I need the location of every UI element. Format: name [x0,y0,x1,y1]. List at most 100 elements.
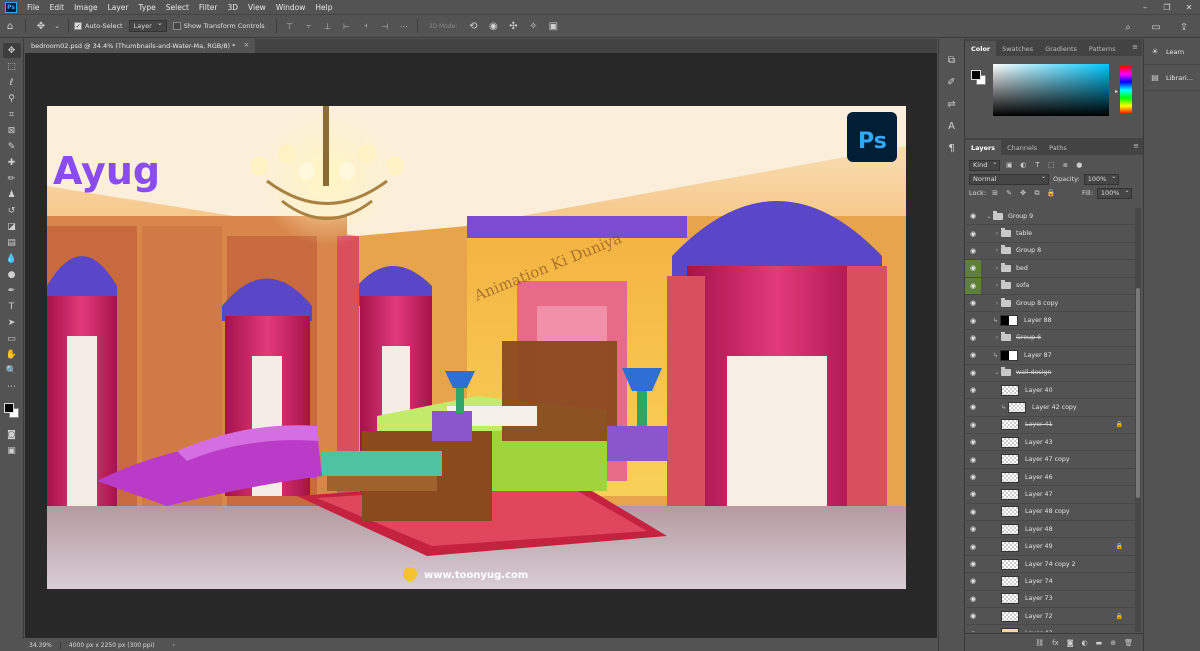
layer-name[interactable]: Layer 47 [1025,491,1053,498]
layer-name[interactable]: Layer 42 [1025,630,1053,632]
tab-gradients[interactable]: Gradients [1039,41,1083,56]
lock-all-icon[interactable]: 🔒 [1046,188,1056,198]
layer-name[interactable]: Layer 48 [1025,526,1053,533]
close-tab-icon[interactable]: × [244,41,250,49]
eraser-icon[interactable]: ◪ [3,219,21,234]
chevron-right-icon[interactable]: › [993,230,1001,237]
document-tab[interactable]: bedroom02.psd @ 34.4% (Thumbnails-and-Wa… [25,39,256,53]
menu-help[interactable]: Help [310,3,337,12]
layer-name[interactable]: wall design [1016,369,1051,376]
minimize-icon[interactable]: – [1134,0,1156,14]
3d-camera-icon[interactable]: ▣ [545,18,561,34]
delete-layer-icon[interactable]: 🗑 [1124,639,1133,647]
visibility-eye-icon[interactable]: ◉ [965,330,981,346]
zoom-level[interactable]: 34.39% [25,641,61,649]
status-menu-arrow[interactable]: › [173,642,175,649]
layer-name[interactable]: Layer 47 copy [1025,456,1070,463]
filter-shape-icon[interactable]: ⬚ [1046,160,1056,170]
workspace-icon[interactable]: ▭ [1148,19,1164,35]
chevron-right-icon[interactable]: › [993,300,1001,307]
blur-icon[interactable]: 💧 [3,251,21,266]
filter-toggle-icon[interactable]: ● [1074,160,1084,170]
visibility-eye-icon[interactable]: ◉ [965,625,981,632]
layer-name[interactable]: Group 9 [1008,213,1033,220]
layer-name[interactable]: table [1016,230,1032,237]
layer-name[interactable]: Layer 40 [1025,387,1053,394]
visibility-eye-icon[interactable]: ◉ [965,504,981,520]
screen-mode-icon[interactable]: ▣ [3,443,21,458]
layer-row[interactable]: ◉ › Group 8 [965,243,1135,261]
paragraph-icon[interactable]: ¶ [944,140,960,156]
visibility-eye-icon[interactable]: ◉ [965,469,981,485]
chevron-right-icon[interactable]: › [993,247,1001,254]
3d-pan-icon[interactable]: ✣ [505,18,521,34]
layer-name[interactable]: bed [1016,265,1028,272]
lock-transparent-icon[interactable]: ⊞ [990,188,1000,198]
layer-name[interactable]: Group 6 [1016,334,1041,341]
eyedropper-icon[interactable]: ✎ [3,139,21,154]
align-right-icon[interactable]: ⊣ [379,18,391,34]
menu-select[interactable]: Select [161,3,194,12]
fill-input[interactable]: 100% [1096,187,1133,199]
brush-settings-icon[interactable]: ✐ [944,74,960,90]
healing-icon[interactable]: ✚ [3,155,21,170]
layer-row[interactable]: ◉ ↳ Layer 88 [965,312,1135,330]
tab-layers[interactable]: Layers [965,140,1002,155]
layer-row[interactable]: ◉ Layer 49 🔒 [965,538,1135,556]
foreground-color[interactable] [3,403,14,413]
layers-panel-menu-icon[interactable]: ≡ [1133,142,1139,150]
frame-icon[interactable]: ⊠ [3,123,21,138]
layer-list[interactable]: ◉ ⌄ Group 9 ◉ › table ◉ › Group 8 ◉ › bed ◉ › sofa ◉ › Gr… [965,208,1135,632]
hue-slider[interactable] [1120,66,1132,114]
layer-row[interactable]: ◉ Layer 47 [965,486,1135,504]
visibility-eye-icon[interactable]: ◉ [965,538,981,554]
visibility-eye-icon[interactable]: ◉ [965,486,981,502]
gradient-icon[interactable]: ▤ [3,235,21,250]
menu-layer[interactable]: Layer [103,3,134,12]
color-swatches[interactable] [3,401,21,421]
align-bottom-icon[interactable]: ⊥ [322,18,334,34]
visibility-eye-icon[interactable]: ◉ [965,312,981,328]
layer-name[interactable]: Layer 42 copy [1032,404,1077,411]
visibility-eye-icon[interactable]: ◉ [965,347,981,363]
layer-name[interactable]: Layer 72 [1025,613,1053,620]
adjustment-layer-icon[interactable]: ◐ [1082,639,1088,647]
layer-row[interactable]: ◉ Layer 47 copy [965,451,1135,469]
menu-edit[interactable]: Edit [45,3,70,12]
layer-row[interactable]: ◉ Layer 74 copy 2 [965,556,1135,574]
search-icon[interactable]: ⌕ [1120,19,1136,35]
layer-scrollbar[interactable] [1135,208,1141,632]
filter-adjust-icon[interactable]: ◐ [1018,160,1028,170]
distribute-icon[interactable]: ⋯ [398,18,410,34]
restore-icon[interactable]: ❐ [1156,0,1178,14]
link-layers-icon[interactable]: ⛓ [1035,639,1044,647]
home-icon[interactable]: ⌂ [2,18,18,34]
rectangle-icon[interactable]: ▭ [3,331,21,346]
history-icon[interactable]: ⧉ [944,52,960,68]
visibility-eye-icon[interactable]: ◉ [965,208,981,224]
blend-mode-dropdown[interactable]: Normal [969,173,1049,185]
layer-name[interactable]: Layer 46 [1025,474,1053,481]
layer-name[interactable]: Layer 73 [1025,595,1053,602]
lock-pixels-icon[interactable]: ✎ [1004,188,1014,198]
menu-view[interactable]: View [243,3,271,12]
visibility-eye-icon[interactable]: ◉ [965,365,981,381]
menu-window[interactable]: Window [271,3,311,12]
layer-row[interactable]: ◉ ⌄ Group 9 [965,208,1135,226]
transform-controls-checkbox[interactable] [172,22,181,30]
lock-artboard-icon[interactable]: ⧉ [1032,188,1042,198]
move-icon[interactable]: ✥ [2,43,21,58]
menu-file[interactable]: File [22,3,45,12]
visibility-eye-icon[interactable]: ◉ [965,382,981,398]
menu-image[interactable]: Image [69,3,103,12]
chevron-down-icon[interactable]: ⌄ [993,369,1001,376]
add-mask-icon[interactable]: ◙ [1067,639,1074,647]
layer-row[interactable]: ◉ ↳ Layer 87 [965,347,1135,365]
filter-smart-icon[interactable]: ⧈ [1060,160,1070,170]
3d-slide-icon[interactable]: ✧ [525,18,541,34]
new-group-icon[interactable]: ▬ [1096,639,1103,647]
quick-mask-icon[interactable]: ◙ [3,427,21,442]
layer-name[interactable]: Layer 88 [1024,317,1052,324]
visibility-eye-icon[interactable]: ◉ [965,277,981,294]
layer-row[interactable]: ◉ › table [965,225,1135,243]
